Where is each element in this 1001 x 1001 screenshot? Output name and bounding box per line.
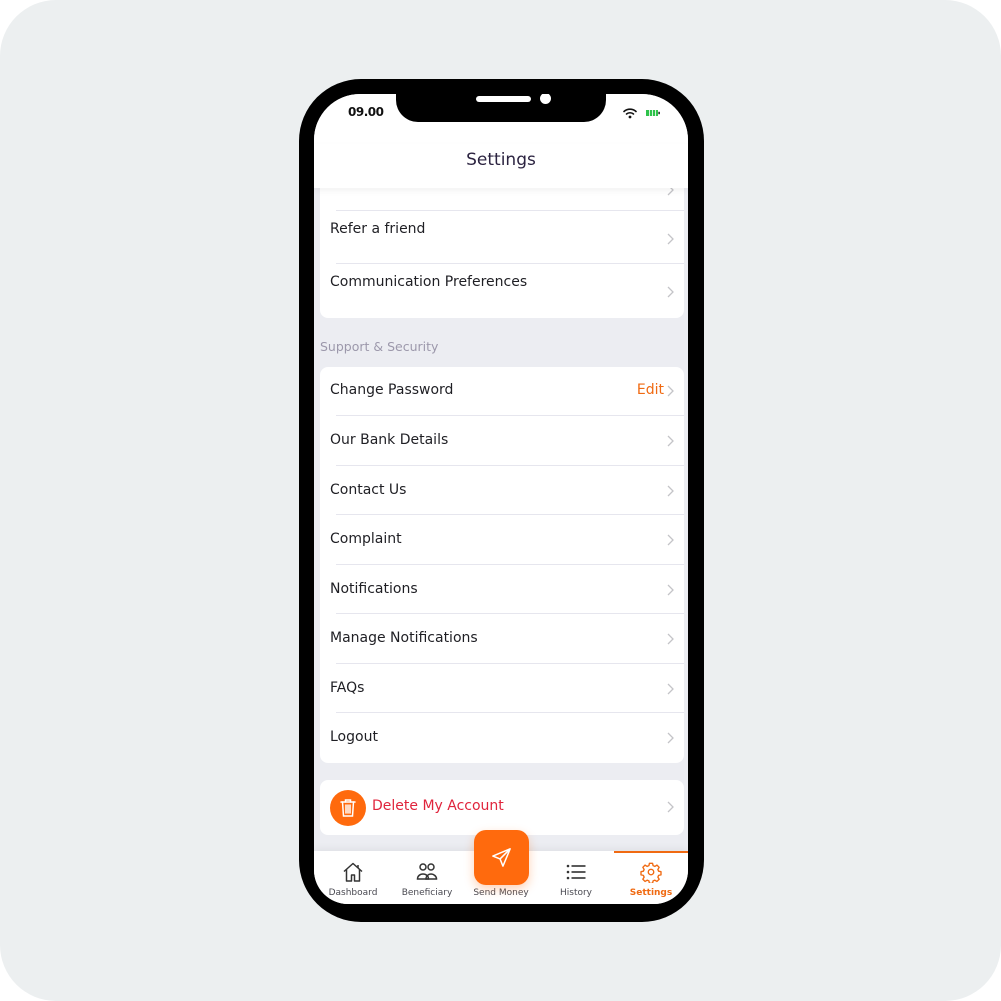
tab-label: Send Money (473, 888, 529, 898)
chevron-right-icon (667, 385, 674, 397)
row-label: Communication Preferences (330, 274, 528, 290)
row-label: Refer a friend (330, 221, 426, 237)
settings-row-communication-preferences[interactable]: Communication Preferences (320, 264, 684, 318)
status-bar: 09.00 (314, 94, 688, 144)
chevron-right-icon (667, 435, 674, 447)
tab-history[interactable]: History (539, 851, 613, 904)
tab-dashboard[interactable]: Dashboard (316, 851, 390, 904)
tab-beneficiary[interactable]: Beneficiary (390, 851, 464, 904)
tab-label: Settings (629, 888, 673, 898)
row-label: FAQs (330, 680, 365, 696)
settings-row-change-password[interactable]: Change Password Edit (320, 367, 684, 416)
trash-icon (330, 790, 366, 826)
chevron-right-icon (667, 233, 674, 245)
row-label: Notifications (330, 581, 418, 597)
page-title: Settings (466, 150, 536, 170)
settings-row-contact-us[interactable]: Contact Us (320, 466, 684, 515)
chevron-right-icon (667, 683, 674, 695)
chevron-right-icon (667, 534, 674, 546)
chevron-right-icon (667, 584, 674, 596)
row-label: Our Bank Details (330, 432, 449, 448)
home-icon (343, 862, 363, 882)
settings-row-our-bank-details[interactable]: Our Bank Details (320, 416, 684, 466)
section-title-support-security: Support & Security (320, 339, 439, 354)
chevron-right-icon (667, 286, 674, 298)
speaker (476, 96, 531, 102)
row-label: Change Password (330, 382, 454, 398)
tab-settings[interactable]: Settings (614, 851, 688, 904)
tab-label: Dashboard (328, 888, 378, 898)
row-label: Logout (330, 729, 378, 745)
chevron-right-icon (667, 732, 674, 744)
chevron-right-icon (667, 801, 674, 813)
active-tab-indicator (614, 851, 688, 853)
settings-row-manage-notifications[interactable]: Manage Notifications (320, 614, 684, 664)
tab-label: History (559, 888, 593, 898)
app-header: Settings (314, 144, 688, 188)
send-money-button[interactable] (474, 830, 529, 885)
support-security-card: Change Password Edit Our Bank Details Co… (320, 367, 684, 763)
delete-account-label: Delete My Account (372, 798, 504, 814)
chevron-right-icon (667, 485, 674, 497)
account-settings-card: ID Documents Refer a friend Communicatio… (320, 174, 684, 318)
settings-row-refer-a-friend[interactable]: Refer a friend (320, 211, 684, 264)
row-label: Contact Us (330, 482, 407, 498)
edit-link[interactable]: Edit (637, 382, 664, 398)
camera (540, 94, 551, 104)
wifi-icon (623, 108, 637, 119)
row-label: Complaint (330, 531, 402, 547)
notch (396, 94, 606, 122)
tab-label: Beneficiary (401, 888, 453, 898)
delete-account-button[interactable]: Delete My Account (320, 780, 684, 835)
battery-icon (646, 110, 660, 116)
settings-row-notifications[interactable]: Notifications (320, 565, 684, 614)
settings-row-complaint[interactable]: Complaint (320, 515, 684, 565)
settings-row-logout[interactable]: Logout (320, 713, 684, 763)
users-icon (416, 863, 438, 880)
status-time: 09.00 (348, 105, 384, 119)
settings-row-faqs[interactable]: FAQs (320, 664, 684, 713)
chevron-right-icon (667, 633, 674, 645)
send-icon (492, 848, 511, 867)
list-icon (566, 864, 586, 880)
gear-icon (640, 862, 662, 883)
row-label: Manage Notifications (330, 630, 478, 646)
phone-screen: ID Documents Refer a friend Communicatio… (314, 94, 688, 904)
